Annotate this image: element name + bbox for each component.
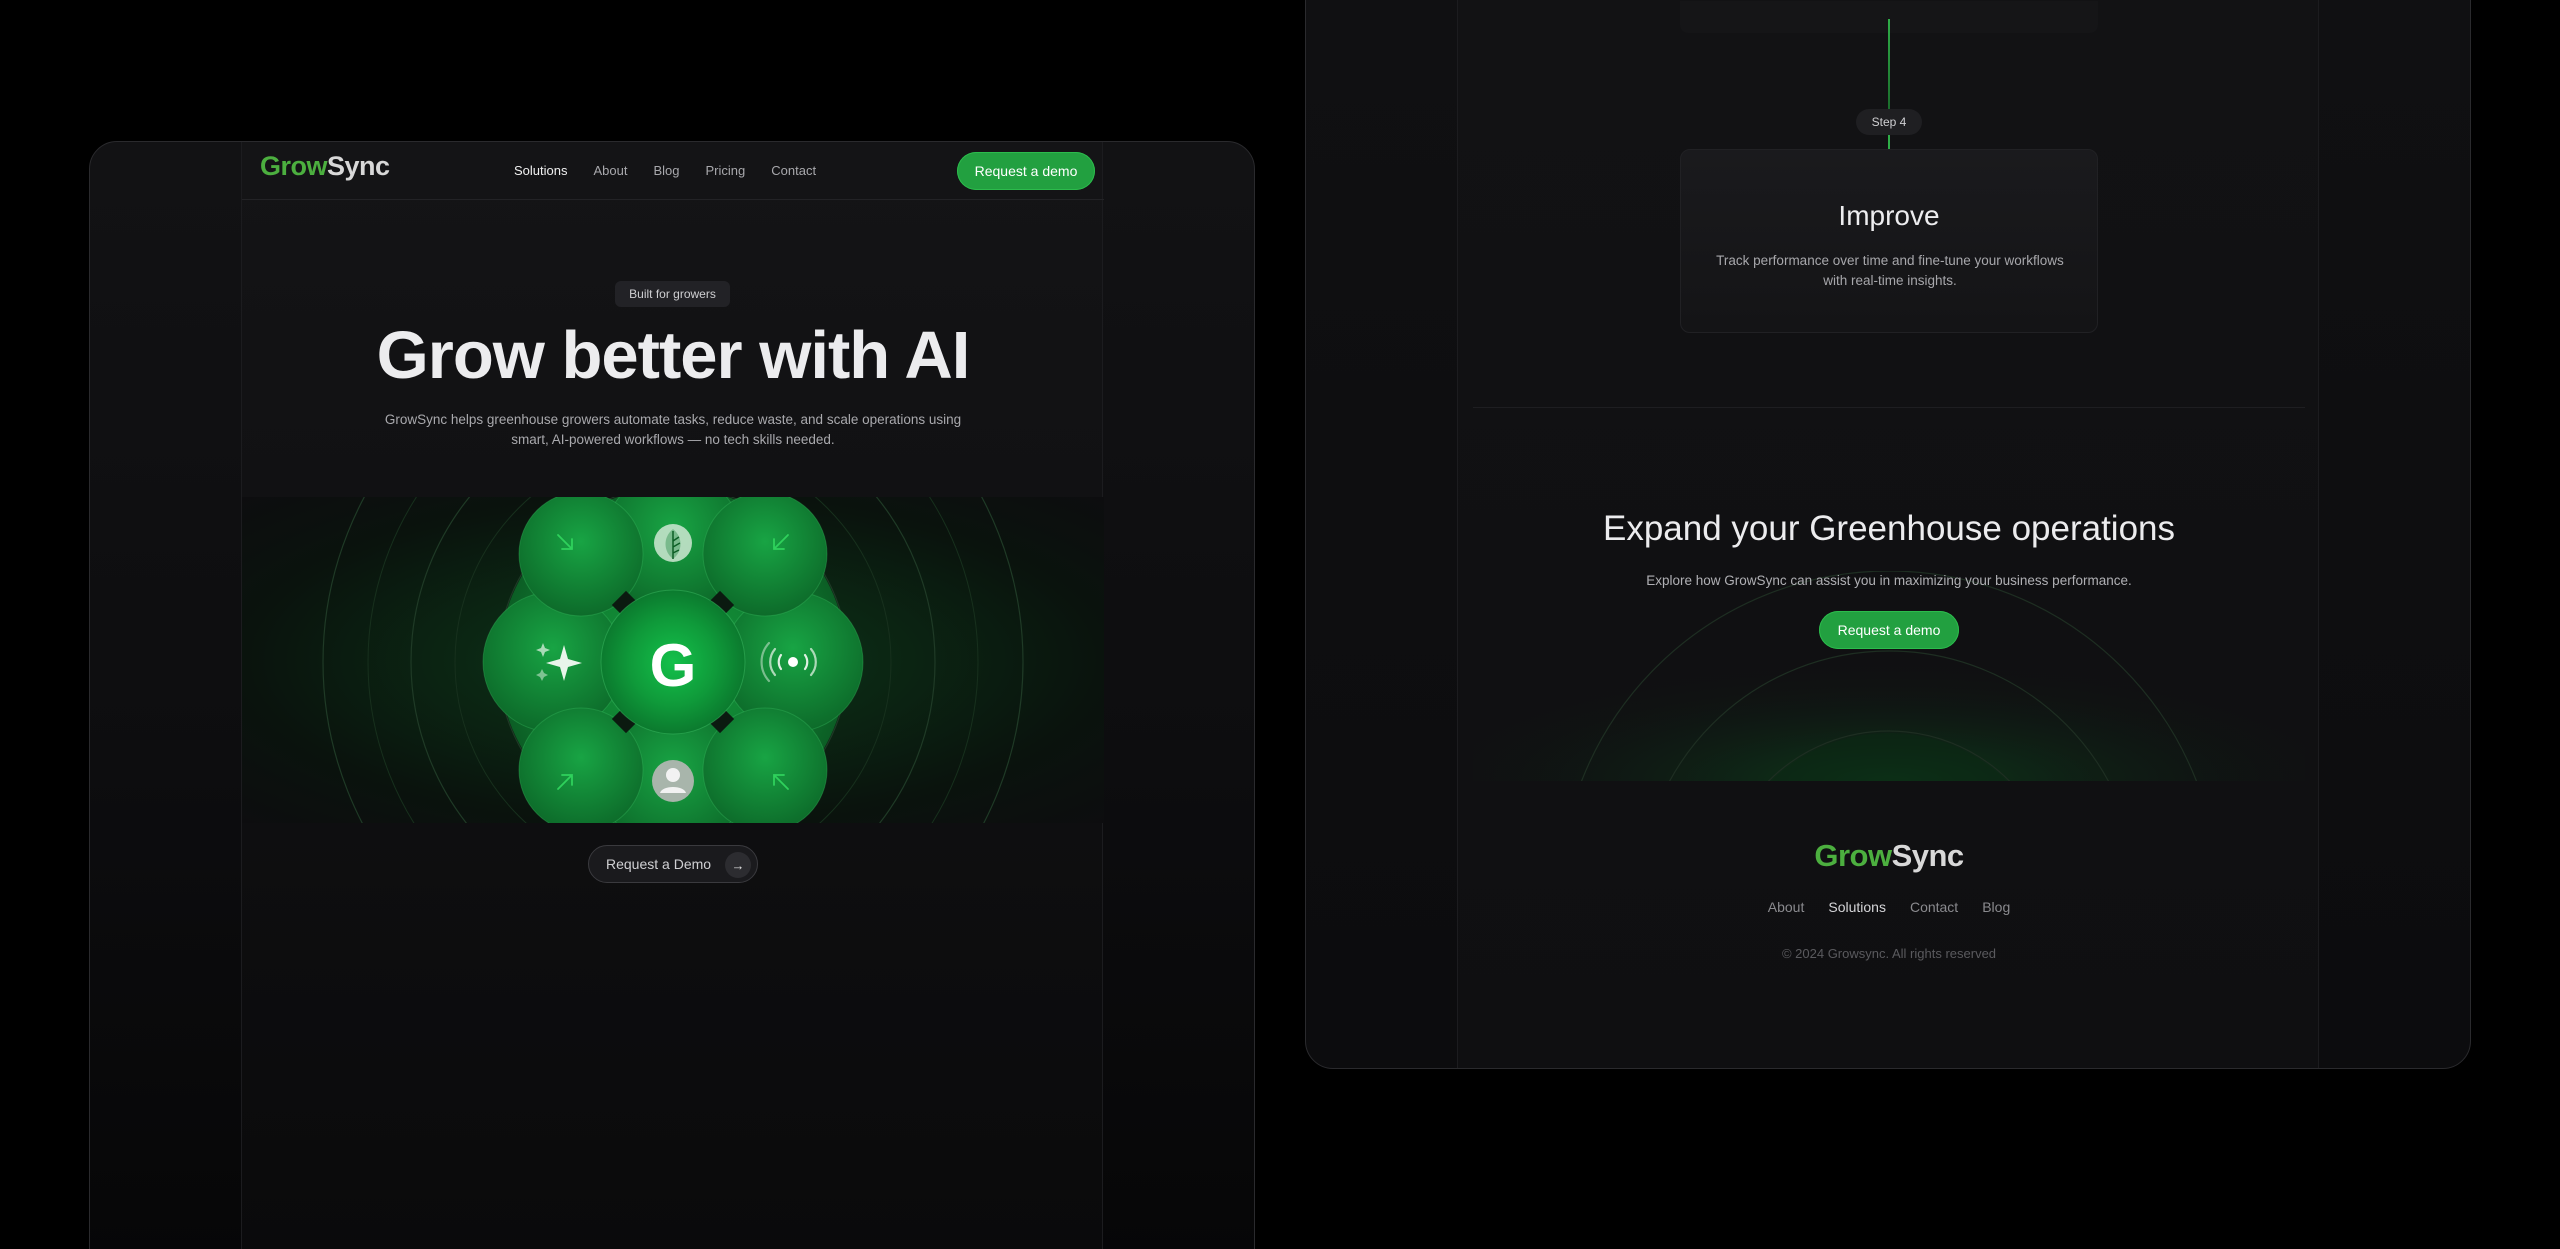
footer-logo-part1: Grow bbox=[1814, 838, 1892, 873]
cta-background-art bbox=[1473, 571, 2305, 781]
hero-badge: Built for growers bbox=[615, 281, 730, 307]
footer-link-about[interactable]: About bbox=[1768, 899, 1805, 915]
leaf-icon bbox=[654, 524, 692, 562]
request-a-demo-button[interactable]: Request a Demo → bbox=[588, 845, 758, 883]
nav-links: Solutions About Blog Pricing Contact bbox=[514, 163, 842, 178]
nav-item-pricing[interactable]: Pricing bbox=[706, 163, 746, 178]
brand-logo-part1: Grow bbox=[260, 151, 328, 181]
footer-link-solutions[interactable]: Solutions bbox=[1828, 899, 1886, 915]
brand-logo[interactable]: GrowSync bbox=[260, 151, 390, 182]
cta-title: Expand your Greenhouse operations bbox=[1602, 509, 2176, 548]
hero-illustration: G bbox=[242, 497, 1104, 823]
footer-link-contact[interactable]: Contact bbox=[1910, 899, 1958, 915]
hub-letter: G bbox=[650, 632, 697, 699]
hero-title: Grow better with AI bbox=[376, 318, 971, 393]
cta-request-demo-button[interactable]: Request a demo bbox=[1819, 611, 1959, 649]
hero-illustration-svg: G bbox=[322, 497, 1024, 823]
footer-brand-logo[interactable]: GrowSync bbox=[1458, 838, 2320, 874]
user-icon bbox=[652, 760, 694, 802]
right-device-frame: Step 4 Improve Track performance over ti… bbox=[1305, 0, 2471, 1069]
landing-page: GrowSync Solutions About Blog Pricing Co… bbox=[241, 142, 1104, 1249]
cta-rings-svg bbox=[1473, 571, 2305, 781]
footer-link-blog[interactable]: Blog bbox=[1982, 899, 2010, 915]
timeline-connector-short bbox=[1888, 135, 1890, 149]
cta-subtitle: Explore how GrowSync can assist you in m… bbox=[1646, 573, 2132, 588]
timeline-connector bbox=[1888, 19, 1890, 111]
nav-item-contact[interactable]: Contact bbox=[771, 163, 816, 178]
nav-item-blog[interactable]: Blog bbox=[653, 163, 679, 178]
request-a-demo-label: Request a Demo bbox=[606, 856, 712, 872]
step-badge: Step 4 bbox=[1856, 109, 1922, 135]
brand-logo-part2: Sync bbox=[327, 151, 390, 181]
nav-item-about[interactable]: About bbox=[593, 163, 627, 178]
nav-item-solutions[interactable]: Solutions bbox=[514, 163, 567, 178]
hero-subtitle: GrowSync helps greenhouse growers automa… bbox=[384, 412, 962, 447]
step-title: Improve bbox=[1838, 200, 1940, 231]
copyright-text: © 2024 Growsync. All rights reserved bbox=[1781, 946, 1997, 961]
step-card: Improve Track performance over time and … bbox=[1680, 149, 2098, 333]
step-description: Track performance over time and fine-tun… bbox=[1716, 253, 2064, 288]
footer-links: About Solutions Contact Blog bbox=[1458, 899, 2320, 915]
top-nav: GrowSync Solutions About Blog Pricing Co… bbox=[242, 142, 1104, 200]
request-demo-button[interactable]: Request a demo bbox=[957, 152, 1095, 190]
landing-page-bottom: Step 4 Improve Track performance over ti… bbox=[1457, 0, 2320, 1068]
left-device-frame: GrowSync Solutions About Blog Pricing Co… bbox=[89, 141, 1255, 1249]
footer-logo-part2: Sync bbox=[1891, 838, 1965, 873]
arrow-right-icon: → bbox=[725, 852, 751, 878]
section-divider bbox=[1473, 407, 2305, 408]
